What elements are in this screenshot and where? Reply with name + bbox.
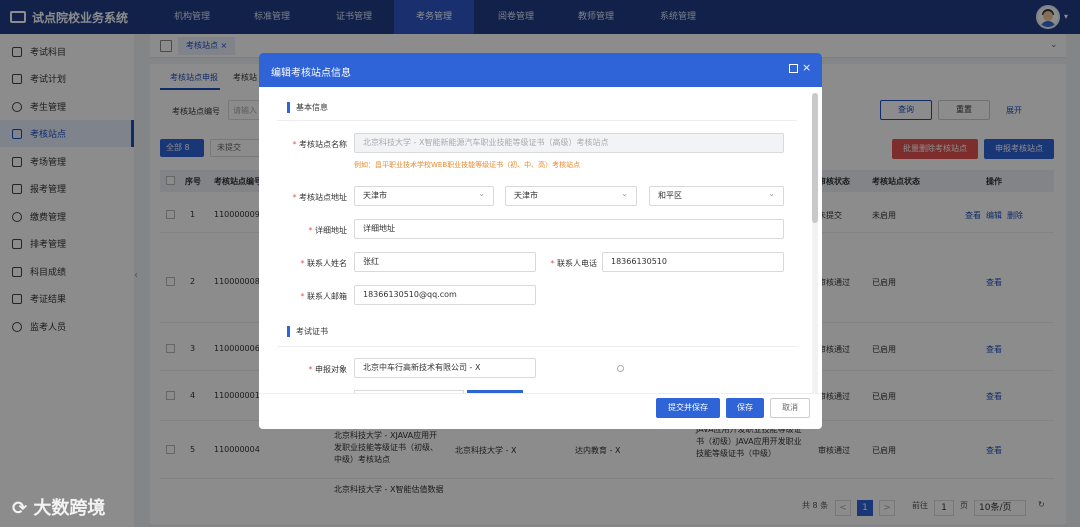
section-cert-title: 考试证书: [287, 326, 328, 337]
contact-phone-label: * 联系人电话: [550, 259, 597, 268]
apply-target-input[interactable]: 北京中车行高新技术有限公司 - X: [354, 358, 624, 378]
contact-email-input[interactable]: 18366130510@qq.com: [354, 285, 536, 305]
section-divider: [277, 346, 797, 347]
modal-scrollbar-thumb[interactable]: [812, 93, 818, 223]
cancel-button[interactable]: 取消: [770, 398, 810, 418]
contact-phone-input[interactable]: 18366130510: [602, 252, 784, 272]
edit-site-modal: 编辑考核站点信息 × 基本信息 * 考核站点名称 北京科技大学 - X智能新能源…: [259, 53, 822, 429]
save-button[interactable]: 保存: [726, 398, 764, 418]
contact-name-label: * 联系人姓名: [300, 259, 347, 268]
province-select[interactable]: 天津市: [354, 185, 494, 206]
contact-email-label: * 联系人邮箱: [300, 292, 347, 301]
search-icon[interactable]: [617, 365, 624, 372]
district-select[interactable]: 和平区: [649, 185, 784, 206]
detail-address-input[interactable]: 详细地址: [354, 219, 784, 239]
site-name-hint: 例如：昌平职业技术学校WEB职业技能等级证书（初、中、高）考核站点: [354, 161, 581, 169]
section-basic-title: 基本信息: [287, 102, 328, 113]
site-name-input[interactable]: 北京科技大学 - X智能新能源汽车职业技能等级证书（高级）考核站点: [354, 133, 784, 153]
fullscreen-icon[interactable]: [789, 64, 798, 73]
section-divider: [277, 120, 797, 121]
submit-save-button[interactable]: 提交并保存: [656, 398, 720, 418]
close-icon[interactable]: ×: [802, 61, 811, 74]
site-name-label: * 考核站点名称: [292, 140, 347, 149]
contact-name-input[interactable]: 张红: [354, 252, 536, 272]
watermark: ⟳ 大数跨境: [12, 498, 106, 519]
detail-address-label: * 详细地址: [308, 226, 347, 235]
city-select[interactable]: 天津市: [505, 185, 637, 206]
modal-title: 编辑考核站点信息: [271, 68, 351, 79]
apply-target-label: * 申报对象: [308, 365, 347, 374]
site-address-label: * 考核站点地址: [292, 193, 347, 202]
